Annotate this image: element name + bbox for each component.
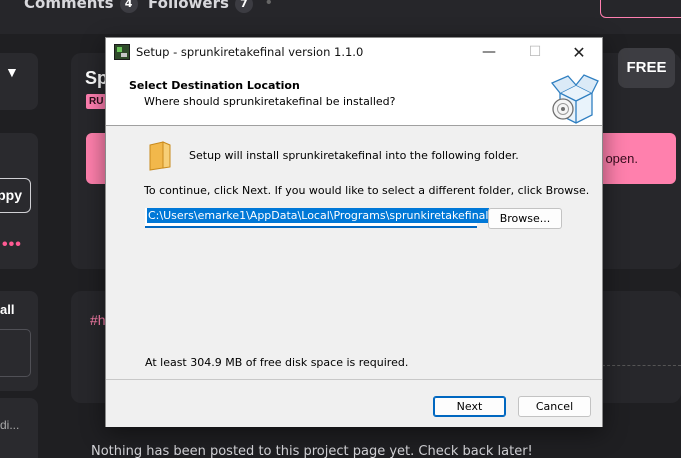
pink-more-icon[interactable]: •••	[2, 236, 22, 254]
sidebar-all-label: all	[0, 302, 15, 317]
disk-space-requirement: At least 304.9 MB of free disk space is …	[145, 356, 409, 369]
dialog-title: Setup - sprunkiretakefinal version 1.1.0	[136, 45, 364, 59]
setup-dialog: Setup - sprunkiretakefinal version 1.1.0…	[105, 37, 603, 427]
top-right-button[interactable]	[600, 0, 681, 18]
project-tag[interactable]: RU	[86, 94, 107, 109]
wizard-page-title: Select Destination Location	[129, 79, 300, 92]
browse-button[interactable]: Browse...	[488, 208, 562, 229]
divider	[602, 365, 681, 366]
wizard-footer: Next Cancel	[106, 380, 602, 427]
destination-path-value: C:\Users\emarke1\AppData\Local\Programs\…	[147, 208, 490, 223]
free-badge: FREE	[618, 48, 675, 88]
tab-followers-label: Followers	[148, 0, 229, 12]
happy-button[interactable]: ppy	[0, 178, 31, 213]
destination-path-input[interactable]: C:\Users\emarke1\AppData\Local\Programs\…	[145, 208, 490, 228]
empty-posts-message: Nothing has been posted to this project …	[91, 444, 533, 458]
more-icon[interactable]: •	[266, 0, 272, 12]
wizard-body: Setup will install sprunkiretakefinal in…	[106, 127, 602, 378]
thumbs-down-icon[interactable]: ▼	[5, 64, 19, 80]
tab-comments-count: 4	[119, 0, 138, 13]
tab-comments-label: Comments	[24, 0, 114, 12]
wizard-header: Select Destination Location Where should…	[106, 67, 602, 126]
close-button[interactable]: ✕	[556, 38, 602, 67]
tab-followers[interactable]: Followers 7	[148, 0, 253, 13]
app-icon	[114, 44, 130, 60]
folder-icon	[149, 141, 171, 171]
tab-followers-count: 7	[234, 0, 253, 13]
dialog-titlebar[interactable]: Setup - sprunkiretakefinal version 1.1.0…	[106, 38, 602, 67]
hashtag-link[interactable]: #h	[90, 312, 106, 328]
sidebar-card-top	[0, 53, 38, 110]
cancel-button[interactable]: Cancel	[518, 396, 591, 417]
sidebar-di-label: di...	[0, 418, 20, 432]
continue-instructions: To continue, click Next. If you would li…	[144, 184, 590, 197]
next-button[interactable]: Next	[433, 396, 506, 417]
install-intro-text: Setup will install sprunkiretakefinal in…	[189, 149, 519, 162]
minimize-button[interactable]: —	[466, 38, 512, 67]
wizard-page-subtitle: Where should sprunkiretakefinal be insta…	[144, 95, 396, 108]
tab-comments[interactable]: Comments 4	[24, 0, 138, 13]
maximize-button[interactable]: ☐	[512, 38, 558, 67]
sidebar-input[interactable]	[0, 329, 31, 377]
install-box-icon	[550, 74, 599, 124]
